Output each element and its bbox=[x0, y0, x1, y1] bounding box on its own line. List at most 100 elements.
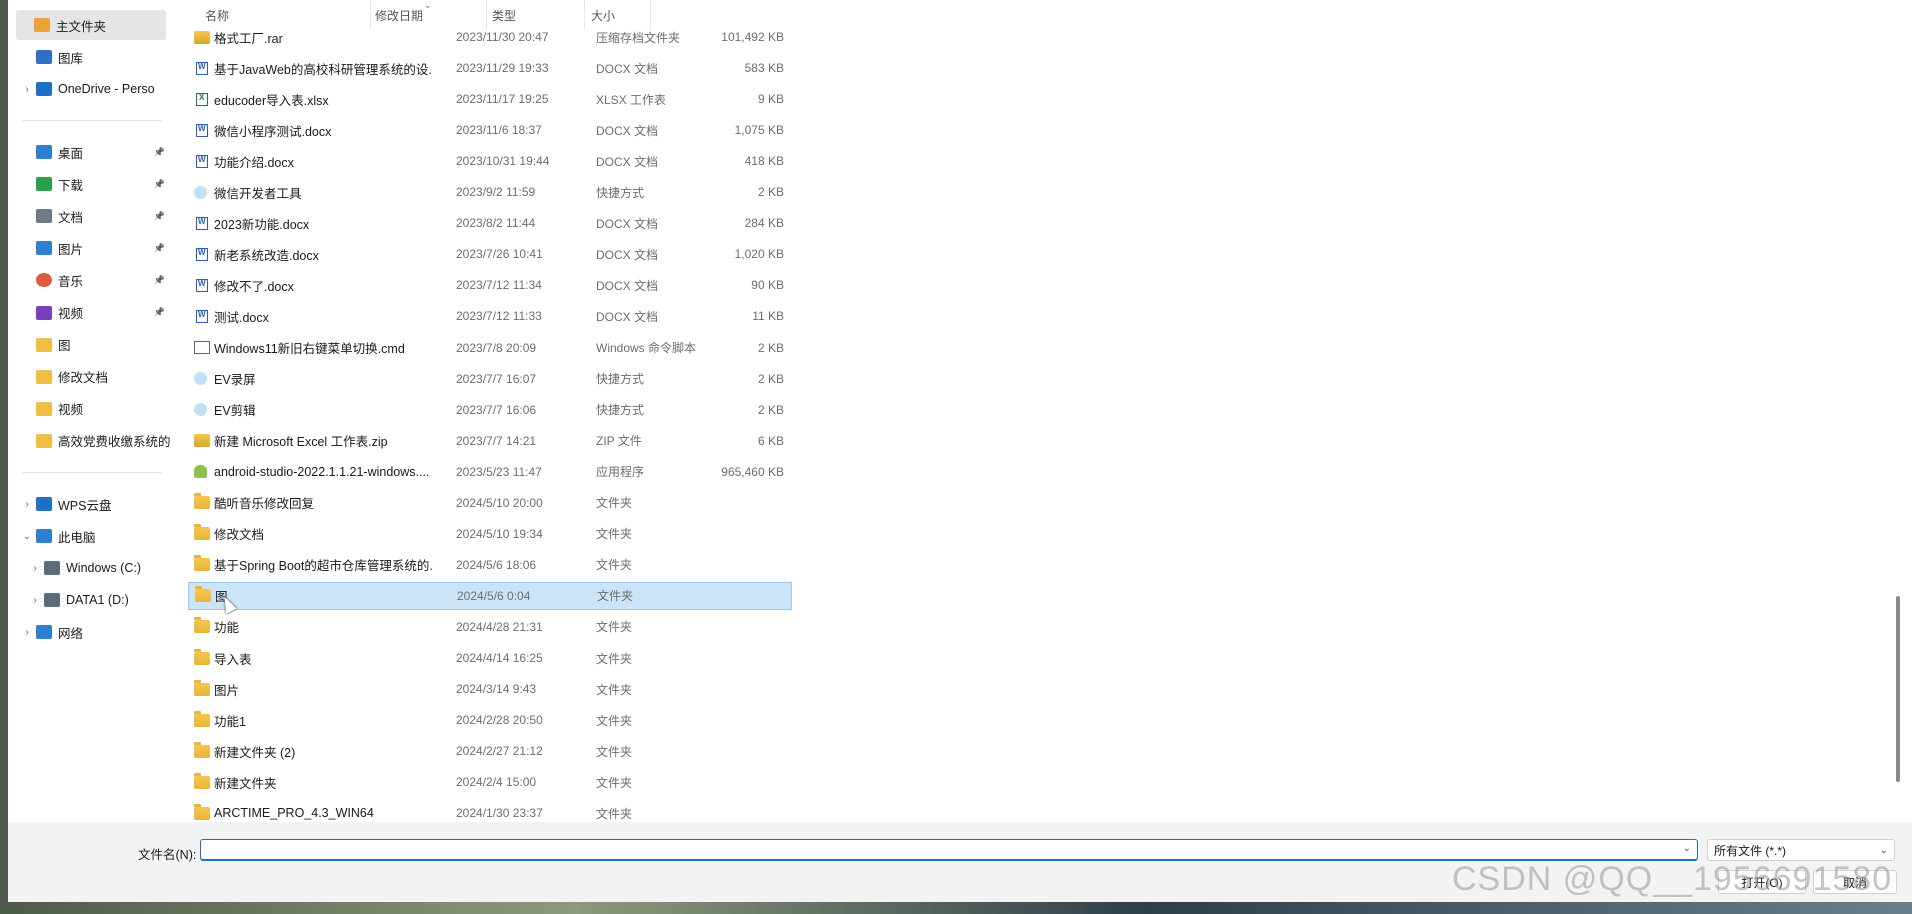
expand-chevron-icon[interactable]: › bbox=[18, 499, 36, 510]
music-icon bbox=[36, 273, 52, 288]
network-icon bbox=[36, 625, 52, 639]
pictures-icon bbox=[36, 241, 52, 256]
sidebar-item-label: 视频 bbox=[58, 403, 84, 418]
file-row[interactable]: 2023新功能.docx 2023/8/2 11:44 DOCX 文档 284 KB bbox=[188, 209, 790, 237]
file-row[interactable]: 图 2024/5/6 0:04 文件夹 bbox=[188, 581, 792, 610]
drive-icon bbox=[44, 593, 60, 607]
pin-icon: 📌 bbox=[153, 178, 165, 189]
file-row[interactable]: 功能介绍.docx 2023/10/31 19:44 DOCX 文档 418 KB bbox=[188, 147, 790, 175]
cmd-file-icon bbox=[194, 341, 210, 354]
file-row[interactable]: EV录屏 2023/7/7 16:07 快捷方式 2 KB bbox=[188, 365, 790, 393]
sidebar-item-cloud[interactable]: › WPS云盘 bbox=[18, 489, 173, 519]
sidebar-item-gallery[interactable]: 图库 bbox=[18, 42, 173, 72]
file-row[interactable]: 测试.docx 2023/7/12 11:33 DOCX 文档 11 KB bbox=[188, 302, 790, 330]
file-name: 功能1 bbox=[214, 714, 246, 729]
file-date: 2024/2/28 20:50 bbox=[456, 713, 543, 728]
sidebar-item-label: Windows (C:) bbox=[66, 561, 142, 575]
file-row[interactable]: 修改文档 2024/5/10 19:34 文件夹 bbox=[188, 520, 790, 548]
file-name: 2023新功能.docx bbox=[214, 217, 310, 232]
file-row[interactable]: Windows11新旧右键菜单切换.cmd 2023/7/8 20:09 Windo… bbox=[188, 334, 790, 362]
filename-input[interactable]: ⌄ bbox=[200, 839, 1698, 861]
sidebar-item-drive[interactable]: › DATA1 (D:) bbox=[18, 585, 173, 615]
sidebar-item-folder[interactable]: 视频 bbox=[18, 394, 173, 424]
file-size: 101,492 KB bbox=[721, 30, 784, 44]
file-date: 2023/11/6 18:37 bbox=[456, 123, 542, 138]
sidebar-item-drive[interactable]: › Windows (C:) bbox=[18, 553, 173, 583]
sidebar-item-videos[interactable]: 视频 📌 bbox=[18, 298, 173, 328]
file-row[interactable]: educoder导入表.xlsx 2023/11/17 19:25 XLSX 工作表… bbox=[188, 85, 790, 113]
file-size: 1,020 KB bbox=[734, 247, 784, 262]
sidebar-item-label: 图片 bbox=[58, 242, 84, 257]
file-row[interactable]: 新建 Microsoft Excel 工作表.zip 2023/7/7 14:21… bbox=[188, 427, 790, 455]
file-date: 2023/11/17 19:25 bbox=[456, 92, 549, 107]
sidebar-item-label: 此电脑 bbox=[58, 530, 96, 545]
file-row[interactable]: 功能1 2024/2/28 20:50 文件夹 bbox=[188, 706, 790, 734]
folder-file-icon bbox=[194, 772, 210, 789]
folder-icon bbox=[36, 401, 52, 416]
file-size: 2 KB bbox=[757, 185, 784, 200]
documents-icon bbox=[36, 209, 52, 224]
file-row[interactable]: android-studio-2022.1.1.21-windows.... 20… bbox=[188, 458, 790, 486]
sidebar-item-home[interactable]: 主文件夹 bbox=[16, 10, 166, 40]
sidebar-item-pictures[interactable]: 图片 📌 bbox=[18, 233, 173, 263]
file-type: 文件夹 bbox=[596, 775, 633, 790]
file-row[interactable]: 格式工厂.rar 2023/11/30 20:47 压缩存档文件夹 101,492 K… bbox=[188, 23, 790, 51]
file-row[interactable]: 新建文件夹 2024/2/4 15:00 文件夹 bbox=[188, 768, 790, 796]
file-type: 快捷方式 bbox=[596, 372, 645, 387]
expand-chevron-icon[interactable]: › bbox=[26, 595, 44, 606]
file-date: 2023/7/8 20:09 bbox=[456, 340, 537, 355]
sidebar-item-music[interactable]: 音乐 📌 bbox=[18, 265, 173, 295]
file-row[interactable]: 新老系统改造.docx 2023/7/26 10:41 DOCX 文档 1,020 K… bbox=[188, 240, 790, 268]
folder-file-icon bbox=[194, 493, 210, 510]
filetype-select[interactable]: 所有文件 (*.*) ⌄ bbox=[1707, 839, 1895, 861]
expand-chevron-icon[interactable]: ⌄ bbox=[18, 531, 36, 542]
file-type: 文件夹 bbox=[596, 620, 633, 635]
expand-chevron-icon[interactable]: › bbox=[18, 84, 36, 95]
file-size: 11 KB bbox=[752, 309, 784, 324]
cloud-icon bbox=[36, 497, 52, 511]
lnk-file-icon bbox=[194, 372, 207, 386]
file-row[interactable]: 微信小程序测试.docx 2023/11/6 18:37 DOCX 文档 1,075 … bbox=[188, 116, 790, 144]
expand-chevron-icon[interactable]: › bbox=[26, 563, 44, 574]
folder-file-icon bbox=[194, 524, 210, 541]
file-row[interactable]: 微信开发者工具 2023/9/2 11:59 快捷方式 2 KB bbox=[188, 178, 790, 206]
sidebar-item-cloud[interactable]: › OneDrive - Perso bbox=[18, 74, 173, 104]
folder-file-icon bbox=[194, 617, 210, 634]
sidebar-item-label: 网络 bbox=[58, 626, 84, 641]
lnk-file-icon bbox=[194, 403, 207, 417]
file-row[interactable]: 导入表 2024/4/14 16:25 文件夹 bbox=[188, 644, 790, 672]
sidebar-item-folder[interactable]: 修改文档 bbox=[18, 362, 173, 392]
sidebar-item-folder[interactable]: 高效党费收缴系统的 bbox=[18, 426, 173, 456]
file-row[interactable]: EV剪辑 2023/7/7 16:06 快捷方式 2 KB bbox=[188, 396, 790, 424]
file-row[interactable]: 新建文件夹 (2) 2024/2/27 21:12 文件夹 bbox=[188, 737, 790, 765]
folder-file-icon bbox=[194, 803, 210, 820]
sidebar-item-label: 主文件夹 bbox=[56, 19, 107, 34]
file-type: DOCX 文档 bbox=[596, 278, 659, 293]
vertical-scrollbar[interactable] bbox=[1896, 596, 1900, 782]
sidebar-item-download[interactable]: 下载 📌 bbox=[18, 169, 173, 199]
sidebar-item-desktop[interactable]: 桌面 📌 bbox=[18, 137, 173, 167]
file-row[interactable]: 基于JavaWeb的高校科研管理系统的设... 2023/11/29 19:33 D… bbox=[188, 54, 790, 82]
expand-chevron-icon[interactable]: › bbox=[18, 627, 36, 638]
file-name: EV剪辑 bbox=[214, 404, 256, 419]
file-row[interactable]: 修改不了.docx 2023/7/12 11:34 DOCX 文档 90 KB bbox=[188, 271, 790, 299]
folder-icon bbox=[36, 337, 52, 352]
file-name: 导入表 bbox=[214, 652, 252, 667]
file-row[interactable]: 功能 2024/4/28 21:31 文件夹 bbox=[188, 613, 790, 641]
filename-label: 文件名(N): bbox=[138, 848, 197, 862]
file-type: DOCX 文档 bbox=[596, 123, 659, 138]
file-row[interactable]: 图片 2024/3/14 9:43 文件夹 bbox=[188, 675, 790, 703]
docx-file-icon bbox=[196, 123, 208, 137]
file-date: 2024/4/28 21:31 bbox=[456, 619, 543, 634]
file-name: educoder导入表.xlsx bbox=[214, 93, 329, 108]
sidebar-item-network[interactable]: › 网络 bbox=[18, 617, 173, 647]
file-row[interactable]: 酷听音乐修改回复 2024/5/10 20:00 文件夹 bbox=[188, 489, 790, 517]
file-date: 2023/11/29 19:33 bbox=[456, 61, 549, 76]
sidebar-item-documents[interactable]: 文档 📌 bbox=[18, 201, 173, 231]
zip-file-icon bbox=[194, 30, 210, 44]
file-row[interactable]: 基于Spring Boot的超市仓库管理系统的... 2024/5/6 18:06… bbox=[188, 551, 790, 579]
home-icon bbox=[34, 18, 50, 32]
sidebar-item-computer[interactable]: ⌄ 此电脑 bbox=[18, 521, 173, 551]
chevron-down-icon[interactable]: ⌄ bbox=[1683, 843, 1691, 854]
sidebar-item-folder[interactable]: 图 bbox=[18, 330, 173, 360]
